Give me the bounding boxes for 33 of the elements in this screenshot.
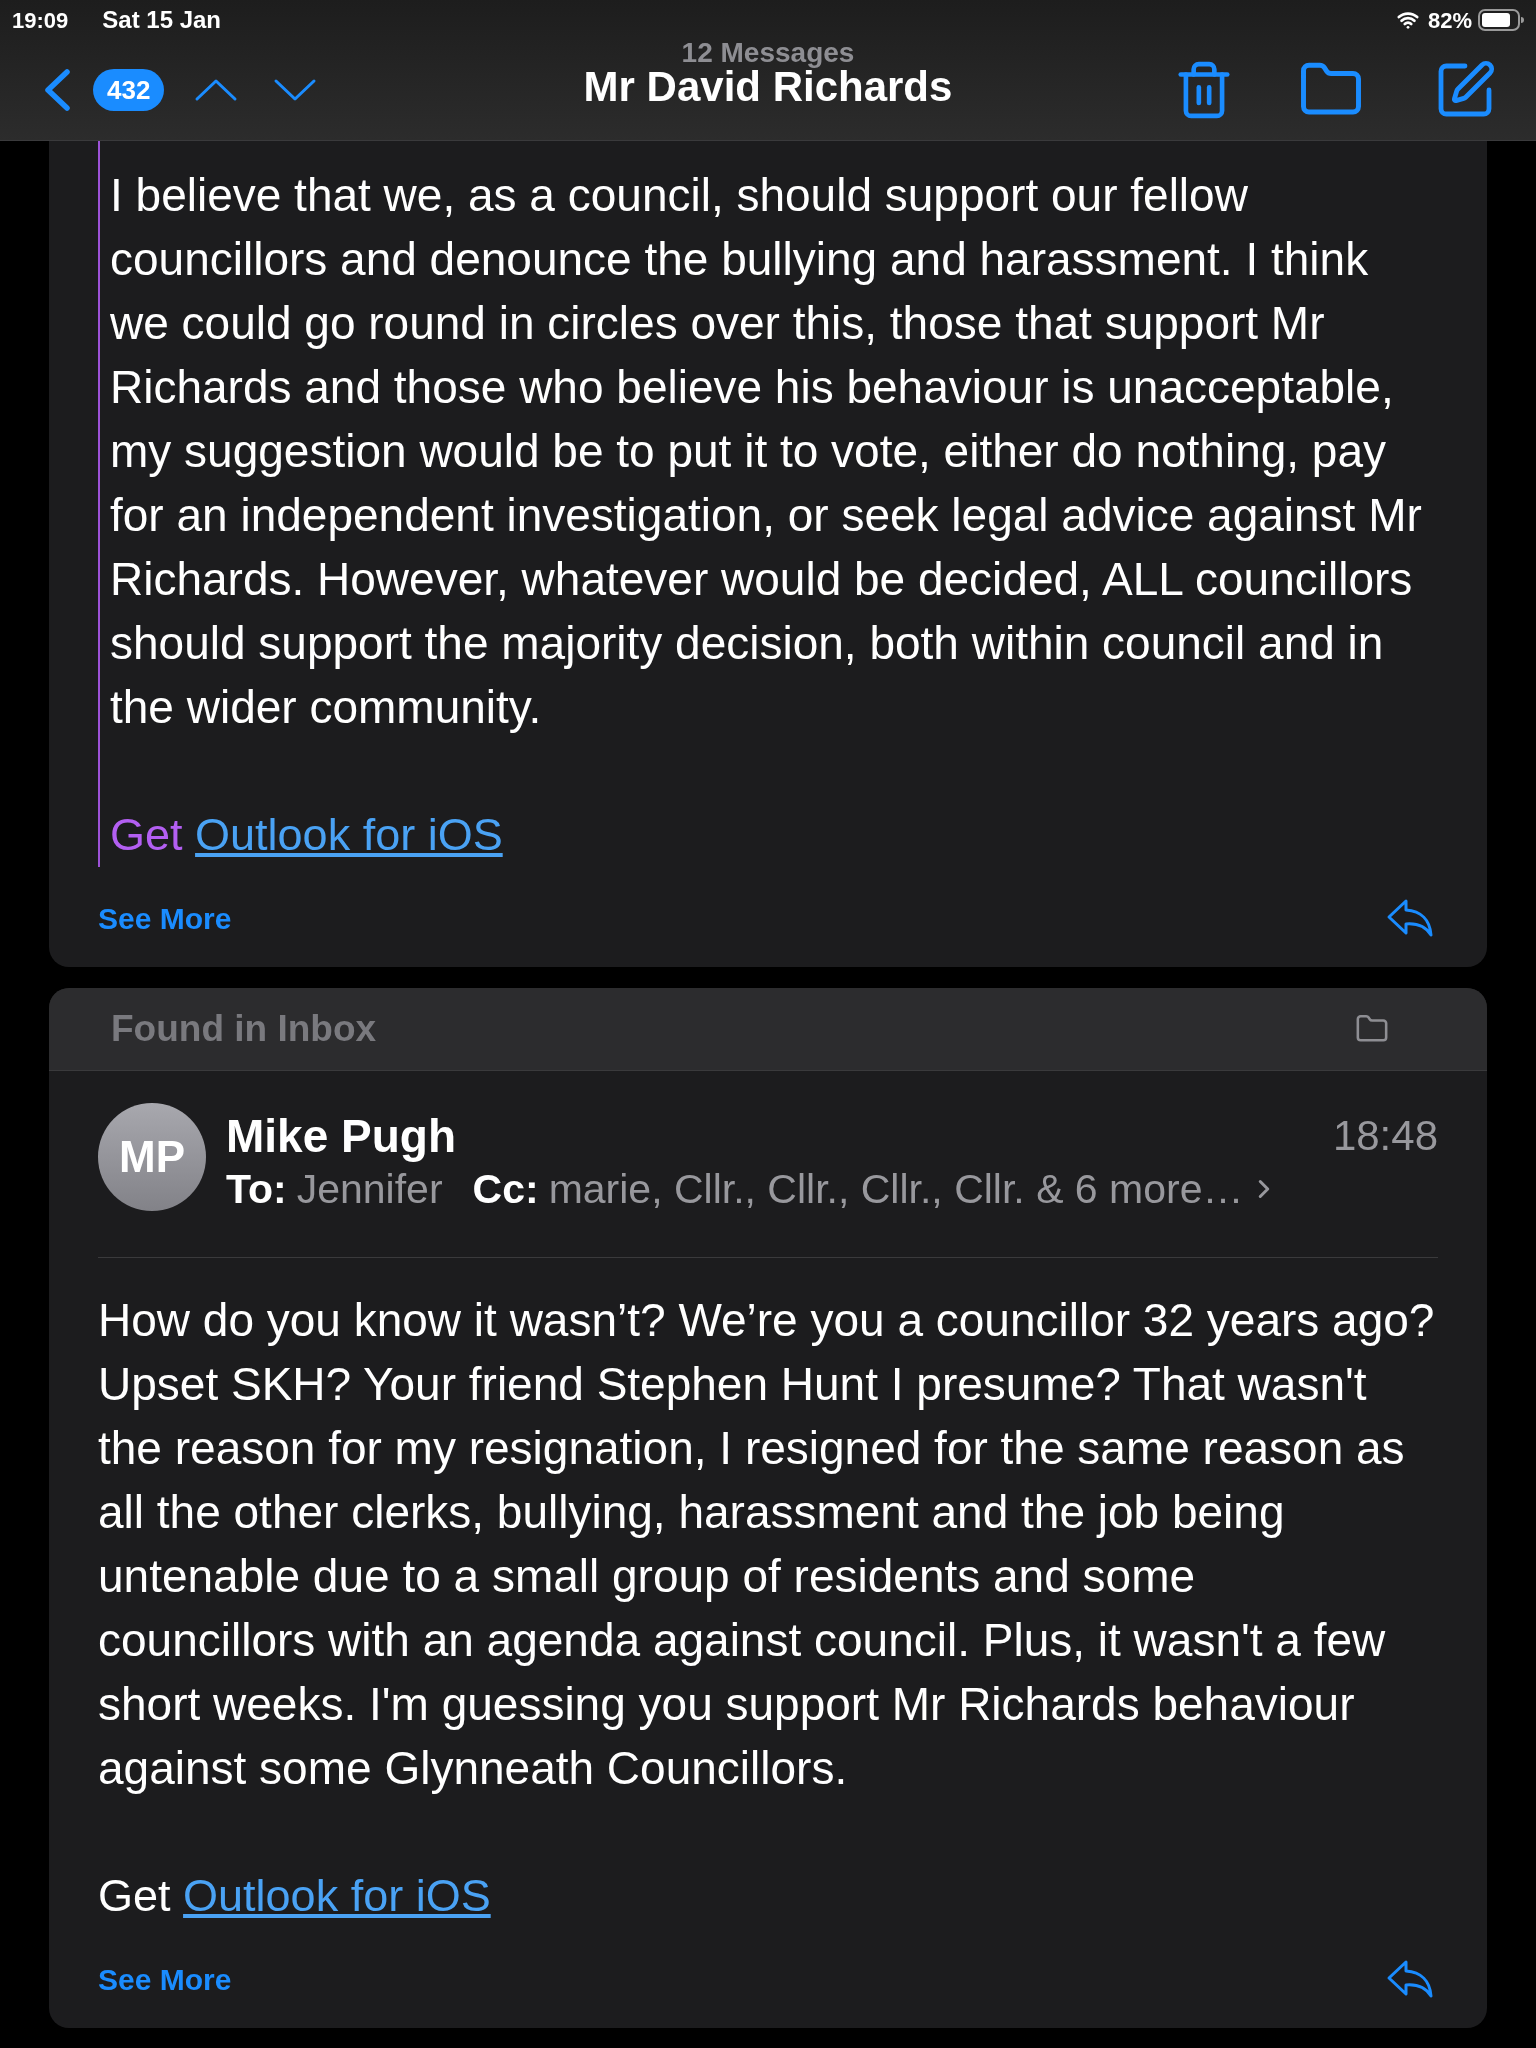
folder-label: Found in Inbox	[111, 1007, 377, 1052]
reply-button[interactable]	[1386, 1959, 1434, 1999]
signature-text: Get Outlook for iOS	[110, 808, 504, 862]
chevron-down-icon	[273, 78, 318, 102]
to-recipient: Jennifer	[296, 1167, 443, 1211]
message-time: 18:48	[1332, 1111, 1438, 1161]
battery-icon	[1478, 9, 1524, 31]
previous-message-button[interactable]	[194, 78, 239, 102]
status-date: Sat 15 Jan	[102, 5, 221, 35]
chevron-up-icon	[194, 78, 239, 102]
sender-name: Mike Pugh	[226, 1111, 457, 1161]
message-count: 12 Messages	[681, 40, 855, 66]
outlook-link[interactable]: Outlook for iOS	[183, 1870, 491, 1921]
cc-label: Cc:	[472, 1167, 539, 1211]
message-body: I believe that we, as a council, should support our fellow councillors and denounce the bullying and harassment. I think we could go round in circles over this, those that support Mr Richards and those who believe his behaviour is unacceptable, my suggestion would be to put it to vote, either do nothing, pay for an independent investigation, or seek legal advice against Mr Richards. However, whatever would be decided, ALL councillors should support the majority decision, both within council and in the wider community.	[110, 168, 1423, 735]
reply-icon	[1386, 898, 1434, 938]
battery-percent: 82%	[1427, 6, 1472, 35]
wifi-icon	[1395, 9, 1420, 31]
signature-text: Get Outlook for iOS	[98, 1869, 492, 1923]
sender-avatar: MP	[98, 1103, 206, 1211]
status-time: 19:09	[12, 6, 69, 35]
unread-count-badge: 432	[93, 69, 165, 111]
chevron-left-icon	[42, 68, 72, 112]
see-more-link[interactable]: See More	[98, 895, 232, 941]
reply-icon	[1386, 1959, 1434, 1999]
to-label: To:	[226, 1167, 287, 1211]
reply-button[interactable]	[1386, 898, 1434, 938]
see-more-link[interactable]: See More	[98, 1956, 232, 2002]
outlook-link[interactable]: Outlook for iOS	[195, 809, 503, 860]
next-message-button[interactable]	[273, 78, 318, 102]
message-body: How do you know it wasn’t? We’re you a councillor 32 years ago? Upset SKH? Your friend Stephen Hunt I presume? That wasn't the reason for my resignation, I resigned for the same reason as all the other clerks, bullying, harassment and the job being untenable due to a small group of residents and some councillors with an agenda against council. Plus, it wasn't a few short weeks. I'm guessing you support Mr Richards behaviour against some Glynneath Councillors.	[98, 1293, 1436, 1796]
cc-recipients: marie, Cllr., Cllr., Cllr., Cllr. & 6 more…	[548, 1167, 1244, 1211]
back-button[interactable]	[42, 68, 72, 112]
